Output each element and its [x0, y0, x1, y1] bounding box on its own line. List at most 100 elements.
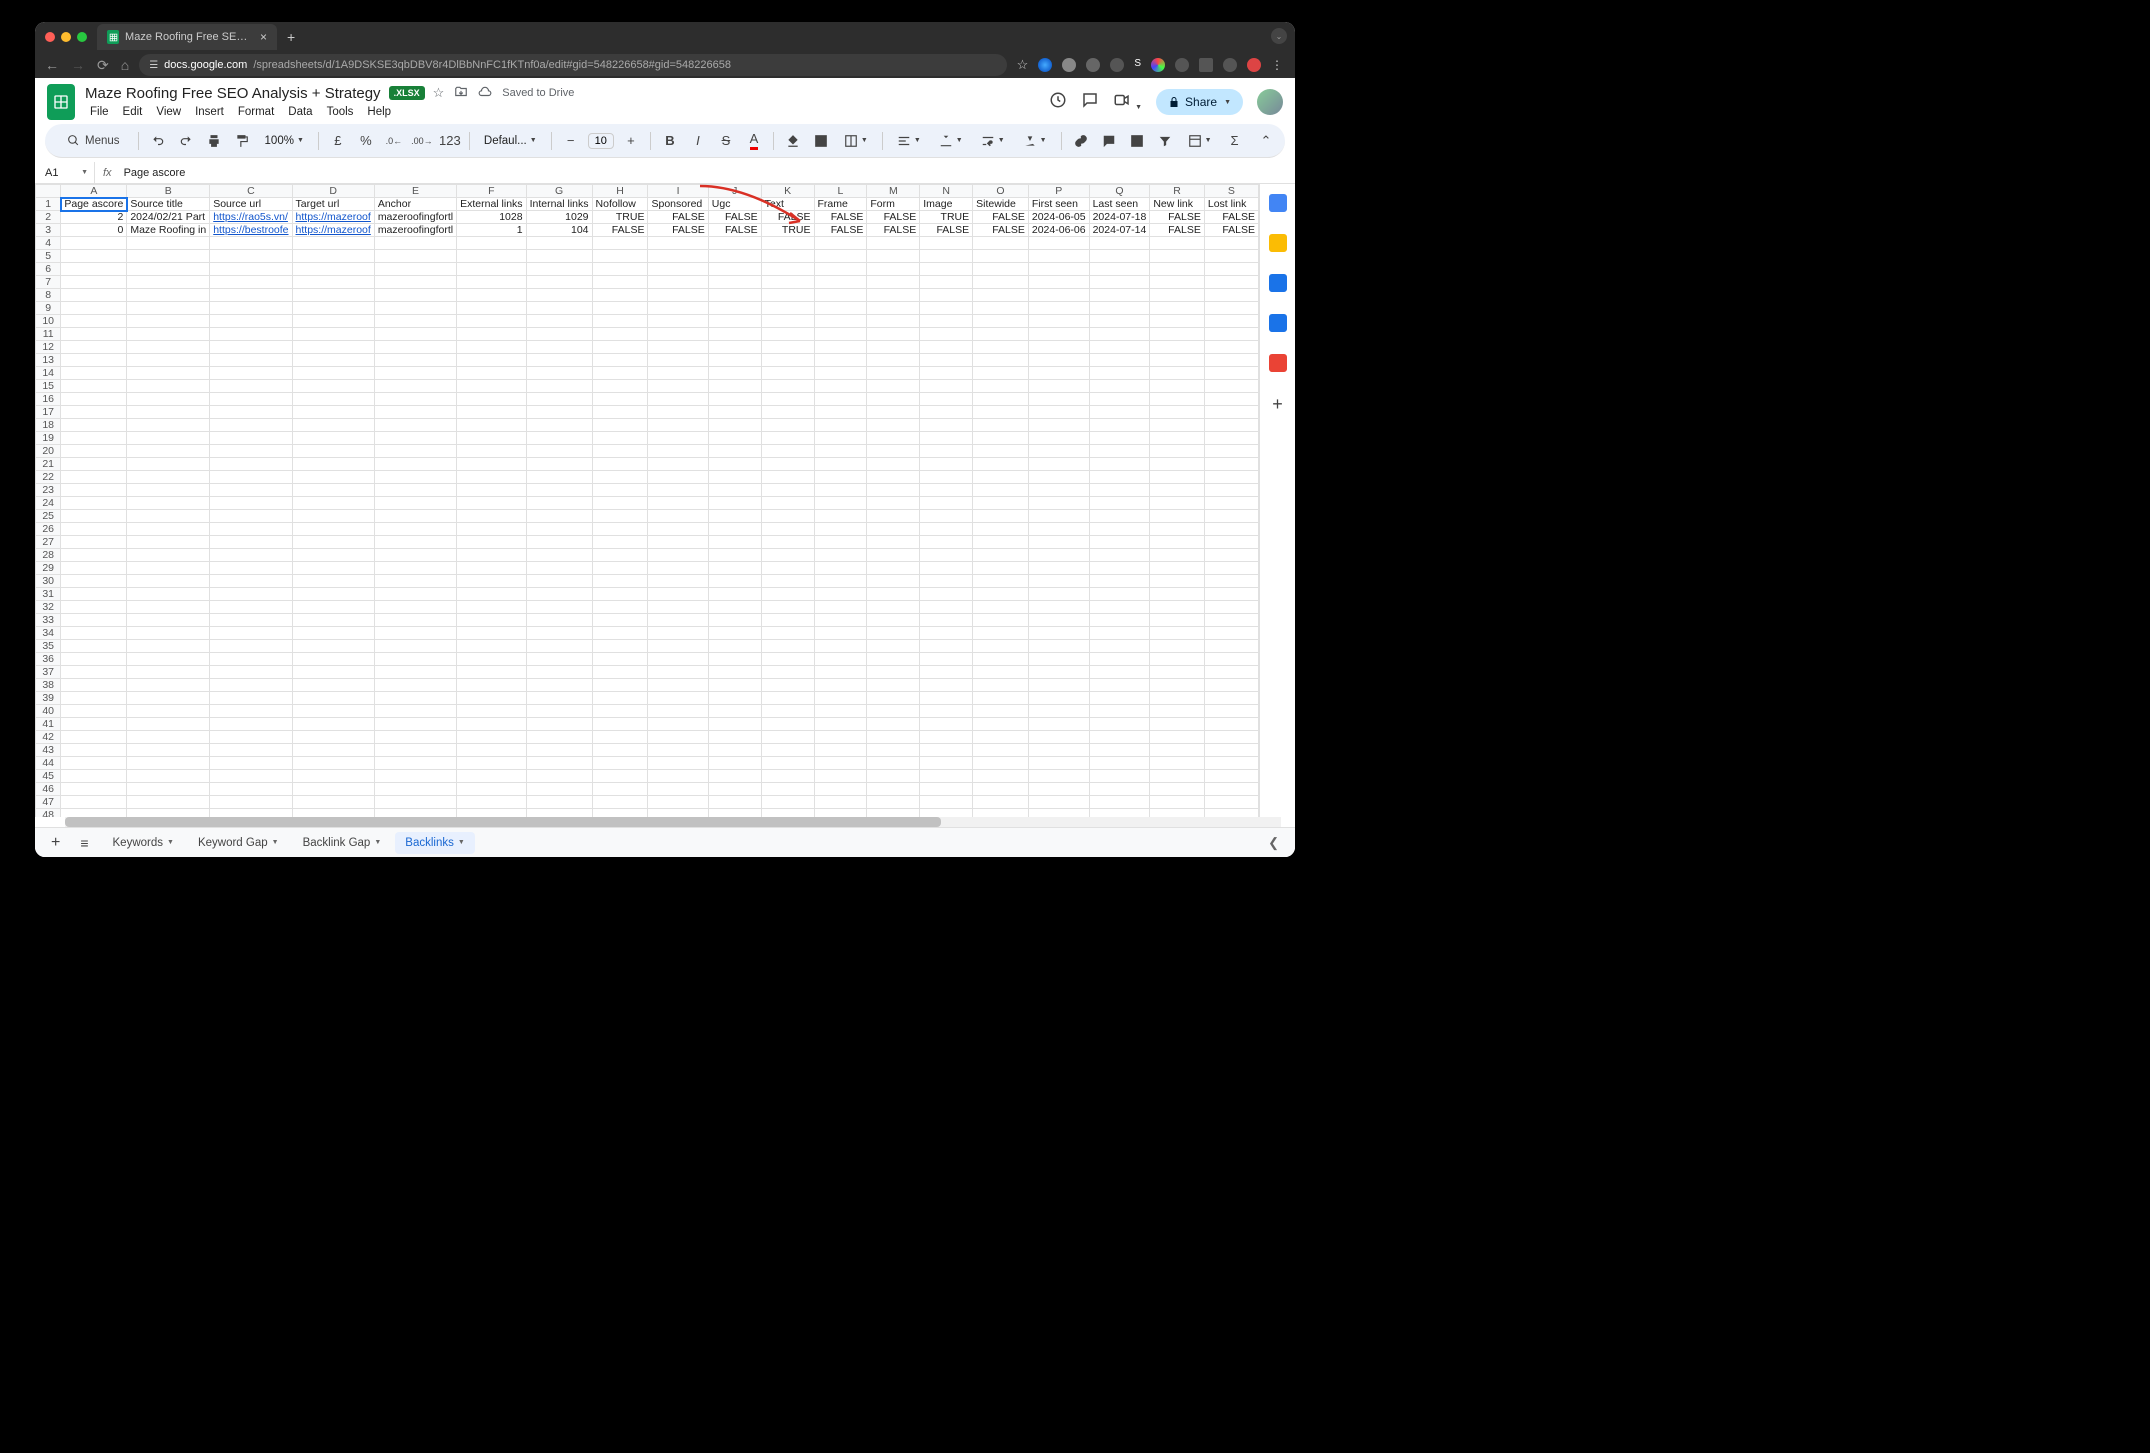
- cell-R29[interactable]: [1150, 562, 1205, 575]
- cell-D2[interactable]: https://mazeroof: [292, 211, 374, 224]
- cell-A14[interactable]: [61, 367, 127, 380]
- cell-G48[interactable]: [526, 809, 592, 818]
- sheet-tab-backlinks[interactable]: Backlinks▼: [395, 832, 475, 854]
- row-header-35[interactable]: 35: [36, 640, 61, 653]
- cell-G41[interactable]: [526, 718, 592, 731]
- cell-B17[interactable]: [127, 406, 210, 419]
- cell-C46[interactable]: [210, 783, 292, 796]
- cell-M29[interactable]: [867, 562, 920, 575]
- cell-A31[interactable]: [61, 588, 127, 601]
- cell-H21[interactable]: [592, 458, 648, 471]
- row-header-12[interactable]: 12: [36, 341, 61, 354]
- cell-C30[interactable]: [210, 575, 292, 588]
- cell-G7[interactable]: [526, 276, 592, 289]
- cell-G22[interactable]: [526, 471, 592, 484]
- ext-icon-1[interactable]: [1038, 58, 1052, 72]
- cell-I10[interactable]: [648, 315, 708, 328]
- cell-G5[interactable]: [526, 250, 592, 263]
- row-header-27[interactable]: 27: [36, 536, 61, 549]
- row-header-2[interactable]: 2: [36, 211, 61, 224]
- cell-I4[interactable]: [648, 237, 708, 250]
- cell-N20[interactable]: [920, 445, 973, 458]
- reload-button[interactable]: ⟳: [97, 57, 109, 74]
- cell-A6[interactable]: [61, 263, 127, 276]
- cell-R5[interactable]: [1150, 250, 1205, 263]
- cell-Q39[interactable]: [1089, 692, 1150, 705]
- cell-O16[interactable]: [973, 393, 1029, 406]
- cell-G9[interactable]: [526, 302, 592, 315]
- cell-F42[interactable]: [457, 731, 526, 744]
- cell-C31[interactable]: [210, 588, 292, 601]
- cell-S48[interactable]: [1204, 809, 1258, 818]
- cell-P15[interactable]: [1028, 380, 1089, 393]
- cell-I20[interactable]: [648, 445, 708, 458]
- cell-O18[interactable]: [973, 419, 1029, 432]
- cell-S5[interactable]: [1204, 250, 1258, 263]
- cell-O11[interactable]: [973, 328, 1029, 341]
- cell-R30[interactable]: [1150, 575, 1205, 588]
- cell-K38[interactable]: [761, 679, 814, 692]
- row-header-19[interactable]: 19: [36, 432, 61, 445]
- cell-P29[interactable]: [1028, 562, 1089, 575]
- cell-Q43[interactable]: [1089, 744, 1150, 757]
- cell-H37[interactable]: [592, 666, 648, 679]
- cell-E14[interactable]: [374, 367, 456, 380]
- cell-A18[interactable]: [61, 419, 127, 432]
- cell-O4[interactable]: [973, 237, 1029, 250]
- row-header-26[interactable]: 26: [36, 523, 61, 536]
- cell-O17[interactable]: [973, 406, 1029, 419]
- cell-H47[interactable]: [592, 796, 648, 809]
- borders-button[interactable]: [810, 130, 832, 152]
- cell-C36[interactable]: [210, 653, 292, 666]
- cell-L20[interactable]: [814, 445, 867, 458]
- cell-R28[interactable]: [1150, 549, 1205, 562]
- cell-A33[interactable]: [61, 614, 127, 627]
- cell-E22[interactable]: [374, 471, 456, 484]
- cell-G12[interactable]: [526, 341, 592, 354]
- cell-P21[interactable]: [1028, 458, 1089, 471]
- cell-R33[interactable]: [1150, 614, 1205, 627]
- ext-icon-7[interactable]: [1175, 58, 1189, 72]
- cell-I13[interactable]: [648, 354, 708, 367]
- cell-G30[interactable]: [526, 575, 592, 588]
- cell-M19[interactable]: [867, 432, 920, 445]
- contacts-icon[interactable]: [1269, 314, 1287, 332]
- cell-L3[interactable]: FALSE: [814, 224, 867, 237]
- cell-S17[interactable]: [1204, 406, 1258, 419]
- cell-S47[interactable]: [1204, 796, 1258, 809]
- cell-N31[interactable]: [920, 588, 973, 601]
- cell-R13[interactable]: [1150, 354, 1205, 367]
- cell-O31[interactable]: [973, 588, 1029, 601]
- cell-K24[interactable]: [761, 497, 814, 510]
- cell-G4[interactable]: [526, 237, 592, 250]
- cell-A43[interactable]: [61, 744, 127, 757]
- chrome-menu-icon[interactable]: ⋮: [1271, 58, 1285, 72]
- cell-O27[interactable]: [973, 536, 1029, 549]
- row-header-42[interactable]: 42: [36, 731, 61, 744]
- cell-N14[interactable]: [920, 367, 973, 380]
- cell-E47[interactable]: [374, 796, 456, 809]
- cell-C15[interactable]: [210, 380, 292, 393]
- cell-O32[interactable]: [973, 601, 1029, 614]
- cell-A41[interactable]: [61, 718, 127, 731]
- cell-L27[interactable]: [814, 536, 867, 549]
- cell-B41[interactable]: [127, 718, 210, 731]
- cell-Q8[interactable]: [1089, 289, 1150, 302]
- cell-M44[interactable]: [867, 757, 920, 770]
- cell-C5[interactable]: [210, 250, 292, 263]
- cell-A24[interactable]: [61, 497, 127, 510]
- cell-K10[interactable]: [761, 315, 814, 328]
- cell-D48[interactable]: [292, 809, 374, 818]
- cloud-saved-icon[interactable]: [478, 85, 492, 102]
- cell-M13[interactable]: [867, 354, 920, 367]
- cell-N42[interactable]: [920, 731, 973, 744]
- cell-N37[interactable]: [920, 666, 973, 679]
- cell-J27[interactable]: [708, 536, 761, 549]
- cell-S28[interactable]: [1204, 549, 1258, 562]
- cell-K34[interactable]: [761, 627, 814, 640]
- ext-icon-2[interactable]: [1062, 58, 1076, 72]
- cell-P30[interactable]: [1028, 575, 1089, 588]
- cell-G39[interactable]: [526, 692, 592, 705]
- cell-J42[interactable]: [708, 731, 761, 744]
- cell-I3[interactable]: FALSE: [648, 224, 708, 237]
